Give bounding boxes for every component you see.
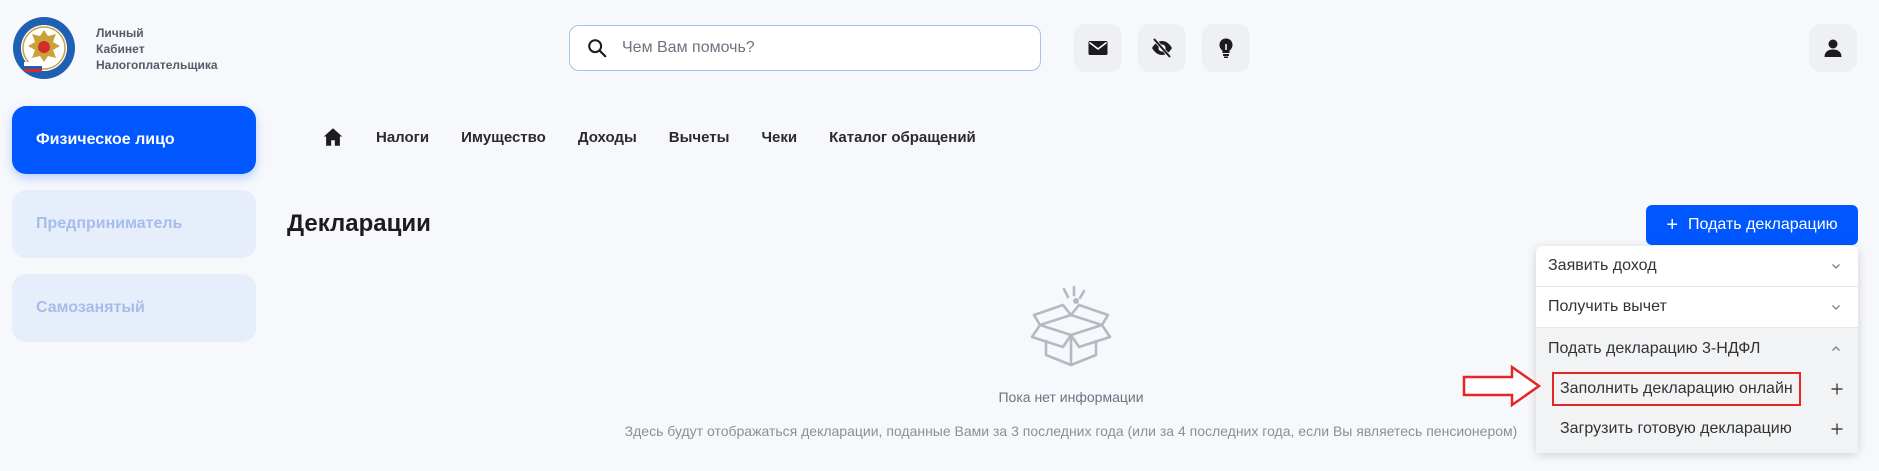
logo-line: Личный	[96, 26, 144, 40]
fill-declaration-online[interactable]: Заполнить декларацию онлайн	[1536, 369, 1858, 409]
dropdown-item-3ndfl[interactable]: Подать декларацию 3-НДФЛ	[1536, 328, 1858, 369]
tips-button[interactable]	[1202, 24, 1250, 72]
plus-icon	[1831, 383, 1843, 395]
search-box[interactable]	[569, 25, 1041, 71]
nav-taxes[interactable]: Налоги	[376, 129, 429, 146]
empty-state-description: Здесь будут отображаться декларации, под…	[624, 423, 1518, 439]
dropdown-item-label: Заявить доход	[1548, 257, 1657, 274]
plus-icon: +	[1666, 214, 1679, 236]
sidebar-item-label: Физическое лицо	[36, 131, 175, 148]
sidebar-item-label: Самозанятый	[36, 299, 145, 316]
nav-receipts[interactable]: Чеки	[761, 129, 797, 146]
upload-ready-declaration-label: Загрузить готовую декларацию	[1560, 420, 1792, 437]
sidebar-item-self-employed[interactable]: Самозанятый	[12, 274, 256, 342]
sidebar-item-individual[interactable]: Физическое лицо	[12, 106, 256, 174]
chevron-up-icon	[1832, 345, 1840, 351]
nav-property[interactable]: Имущество	[461, 129, 546, 146]
logo-text: Личный Кабинет Налогоплательщика	[96, 25, 218, 73]
messages-button[interactable]	[1074, 24, 1122, 72]
page-title: Декларации	[287, 210, 431, 237]
fns-emblem-logo[interactable]	[12, 16, 76, 80]
dropdown-subitems: Заполнить декларацию онлайн Загрузить го…	[1536, 369, 1858, 453]
chevron-down-icon	[1832, 305, 1840, 310]
nav-income[interactable]: Доходы	[578, 129, 637, 146]
home-icon[interactable]	[322, 126, 344, 148]
dropdown-item-get-deduction[interactable]: Получить вычет	[1536, 287, 1858, 328]
main-nav: Налоги Имущество Доходы Вычеты Чеки Ката…	[322, 124, 1008, 150]
search-icon	[588, 39, 607, 58]
fill-declaration-online-label: Заполнить декларацию онлайн	[1552, 372, 1801, 406]
lightbulb-icon	[1219, 38, 1233, 58]
chevron-down-icon	[1832, 264, 1840, 269]
sidebar-item-entrepreneur[interactable]: Предприниматель	[12, 190, 256, 258]
envelope-icon	[1088, 41, 1108, 55]
submit-declaration-label: Подать декларацию	[1688, 216, 1838, 233]
plus-icon	[1831, 423, 1843, 435]
nav-requests-catalog[interactable]: Каталог обращений	[829, 129, 976, 146]
accessibility-button[interactable]	[1138, 24, 1186, 72]
annotation-arrow-icon	[1462, 364, 1542, 408]
upload-ready-declaration[interactable]: Загрузить готовую декларацию	[1536, 409, 1858, 449]
header: Личный Кабинет Налогоплательщика	[0, 0, 1879, 96]
dropdown-item-label: Получить вычет	[1548, 298, 1667, 315]
empty-box-icon	[1030, 285, 1112, 367]
nav-deductions[interactable]: Вычеты	[669, 129, 730, 146]
logo-line: Налогоплательщика	[96, 58, 218, 72]
submit-declaration-button[interactable]: + Подать декларацию	[1646, 205, 1858, 245]
profile-button[interactable]	[1809, 24, 1857, 72]
empty-state-title: Пока нет информации	[998, 389, 1144, 405]
declaration-dropdown: Заявить доход Получить вычет Подать декл…	[1536, 246, 1858, 453]
sidebar-item-label: Предприниматель	[36, 215, 183, 232]
search-input[interactable]	[620, 38, 1024, 58]
user-icon	[1824, 39, 1842, 57]
dropdown-item-declare-income[interactable]: Заявить доход	[1536, 246, 1858, 287]
logo-line: Кабинет	[96, 42, 145, 56]
eye-slash-icon	[1152, 37, 1172, 59]
dropdown-item-label: Подать декларацию 3-НДФЛ	[1548, 339, 1761, 357]
